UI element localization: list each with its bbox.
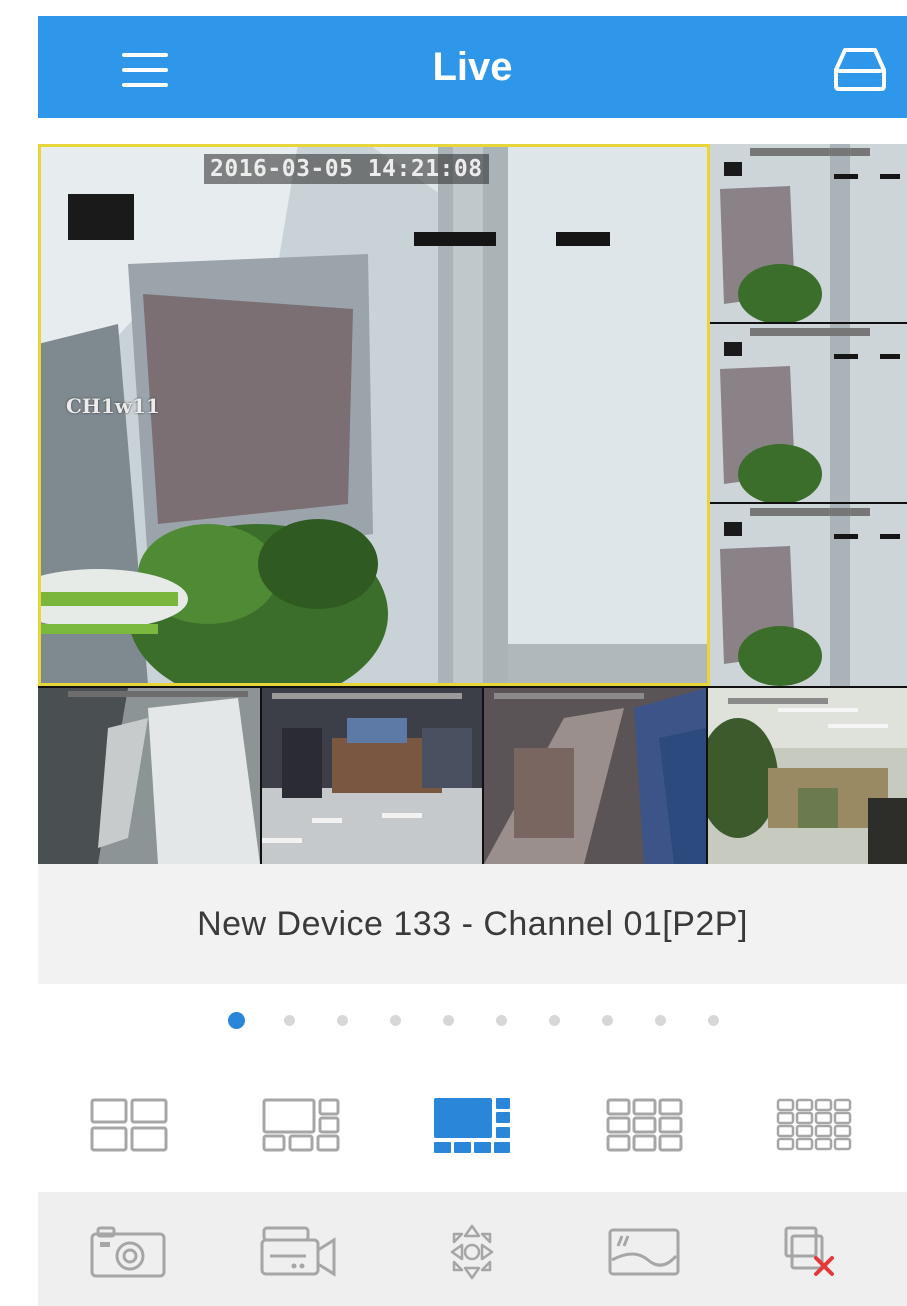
live-tile-2[interactable] (710, 144, 907, 322)
live-tile-4[interactable] (710, 504, 907, 686)
page-title: Live (432, 45, 513, 89)
live-tile-8[interactable] (708, 688, 907, 864)
layout-1-plus-5-icon[interactable] (260, 1090, 342, 1160)
page-dot[interactable] (496, 1015, 507, 1026)
page-dot[interactable] (708, 1015, 719, 1026)
layout-4-split-icon[interactable] (88, 1090, 170, 1160)
page-dot[interactable] (337, 1015, 348, 1026)
page-dot[interactable] (443, 1015, 454, 1026)
live-view-grid: 2016-03-05 14:21:08 CH1w11 (38, 144, 907, 864)
image-quality-icon[interactable] (604, 1224, 684, 1280)
ptz-control-icon[interactable] (432, 1224, 512, 1280)
hard-drive-icon[interactable] (833, 46, 887, 92)
page-dot[interactable] (228, 1012, 245, 1029)
channel-name: New Device 133 - Channel 01[P2P] (197, 905, 748, 943)
live-tile-3[interactable] (710, 324, 907, 502)
page-dot[interactable] (602, 1015, 613, 1026)
close-all-icon[interactable] (778, 1224, 858, 1280)
timestamp-overlay: 2016-03-05 14:21:08 (204, 154, 489, 184)
top-bar: Live (38, 16, 907, 118)
page-dot[interactable] (390, 1015, 401, 1026)
live-tile-5[interactable] (38, 688, 260, 864)
channel-overlay: CH1w11 (66, 394, 160, 418)
layout-9-split-icon[interactable] (604, 1090, 686, 1160)
page-dot[interactable] (549, 1015, 560, 1026)
camera-snapshot-icon[interactable] (88, 1224, 168, 1280)
live-tile-main[interactable]: 2016-03-05 14:21:08 CH1w11 (38, 144, 710, 686)
page-dot[interactable] (655, 1015, 666, 1026)
live-tile-7[interactable] (484, 688, 706, 864)
layout-16-split-icon[interactable] (774, 1090, 856, 1160)
bottom-toolbar (38, 1192, 907, 1306)
video-record-icon[interactable] (258, 1224, 338, 1280)
page-dot[interactable] (284, 1015, 295, 1026)
live-tile-6[interactable] (262, 688, 482, 864)
layout-selector (38, 1090, 907, 1170)
channel-name-bar: New Device 133 - Channel 01[P2P] (38, 864, 907, 984)
layout-1-plus-7-icon[interactable] (432, 1090, 514, 1160)
